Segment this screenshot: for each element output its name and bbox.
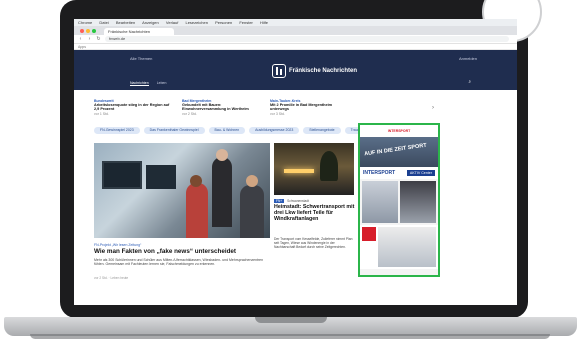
menu-link[interactable]: Alle Themen	[130, 56, 152, 61]
window-controls	[80, 26, 96, 35]
teaser-title[interactable]: Gebundelt mit Bauen: Einwohnerversammlun…	[182, 103, 260, 112]
ad-cta-button[interactable]: AKTIV Center	[406, 170, 435, 176]
minimize-icon[interactable]	[86, 28, 90, 33]
monitor-shape	[102, 161, 142, 189]
tab-strip: Fränkische Nachrichten	[74, 26, 517, 35]
menubar-item[interactable]: Chrome	[78, 20, 92, 25]
login-link[interactable]: Anmelden	[459, 56, 477, 61]
ad-product-image[interactable]	[400, 181, 436, 223]
person-head	[190, 175, 202, 187]
forward-icon[interactable]: ›	[87, 36, 92, 42]
menubar-item[interactable]: Verlauf	[166, 20, 178, 25]
menubar-item[interactable]: Lesezeichen	[185, 20, 207, 25]
site-logo[interactable]: Fränkische Nachrichten	[272, 64, 357, 78]
sub-navigation: Nachrichten Leben	[130, 81, 166, 86]
ad-brand-top: INTERSPORT	[360, 125, 438, 137]
teaser-meta: vor 2 Std.	[182, 111, 197, 116]
subnav-item[interactable]: Nachrichten	[130, 81, 149, 86]
side-article-summary: Der Transport vom Kesselfelde, Zuliefere…	[274, 237, 353, 250]
side-article-title[interactable]: Heimstadt: Schwertransport mit drei Lkw …	[274, 204, 356, 222]
person-shape	[186, 183, 208, 238]
person-shape	[212, 157, 232, 227]
main-article-image[interactable]	[94, 143, 270, 238]
logo-text: Fränkische Nachrichten	[289, 67, 358, 74]
person-shape	[240, 185, 264, 238]
address-bar: ‹ › ↻ fnweb.de	[74, 35, 517, 44]
menubar-item[interactable]: Fenster	[239, 20, 253, 25]
ad-logo-icon	[362, 227, 376, 241]
ad-product-image[interactable]	[362, 181, 398, 223]
teaser-row: Bundesweit Arbeitslosenquote stieg in de…	[94, 99, 348, 116]
ad-banner-text: AUF IN DIE ZEIT SPORT	[363, 142, 428, 158]
person-head	[216, 149, 228, 161]
close-icon[interactable]	[80, 28, 84, 33]
ad-brand: INTERSPORT	[363, 170, 396, 176]
light-shape	[284, 169, 314, 173]
premium-badge: FN+	[274, 199, 285, 203]
advertisement[interactable]: INTERSPORT AUF IN DIE ZEIT SPORT INTERSP…	[358, 123, 440, 277]
side-article-tag: FN+ Schwanenstadt	[274, 199, 309, 203]
main-article-title[interactable]: Wie man Fakten von „fake news“ untersche…	[94, 248, 236, 255]
ad-product-image[interactable]	[378, 227, 436, 267]
topic-pills: FN-Gewinnspiel 2023 Das Frankenthaler Ge…	[94, 127, 381, 134]
monitor-shape	[146, 165, 176, 189]
side-article-image[interactable]	[274, 143, 354, 195]
ad-bottom	[360, 225, 438, 269]
ad-product-grid	[360, 179, 438, 225]
main-article-meta: vor 2 Std. · Leben heute	[94, 276, 129, 280]
menubar-item[interactable]: Anzeigen	[142, 20, 159, 25]
topic-pill[interactable]: Das Frankenthaler Gewinnspiel	[143, 127, 205, 134]
main-article-kicker: FN-Projekt „Wir lesen Zeitung“	[94, 243, 142, 247]
teaser-item[interactable]: Bundesweit Arbeitslosenquote stieg in de…	[94, 99, 172, 116]
site-header: Alle Themen Anmelden Fränkische Nachrich…	[74, 50, 517, 90]
back-icon[interactable]: ‹	[78, 36, 83, 42]
laptop-shadow	[30, 334, 550, 339]
topic-pill[interactable]: Stellenangebote	[303, 127, 341, 134]
mac-menubar: Chrome Datei Bearbeiten Anzeigen Verlauf…	[74, 19, 517, 26]
laptop-notch	[255, 317, 327, 323]
topic-pill[interactable]: Bau- & Wohnen	[208, 127, 246, 134]
teaser-title[interactable]: Mit 2 Promille in Bad Mergentheim unterw…	[270, 103, 348, 112]
reload-icon[interactable]: ↻	[96, 36, 101, 42]
ad-banner: AUF IN DIE ZEIT SPORT	[360, 137, 438, 167]
side-article-location: Schwanenstadt	[287, 199, 309, 203]
topic-pill[interactable]: FN-Gewinnspiel 2023	[94, 127, 140, 134]
url-input[interactable]: fnweb.de	[105, 36, 509, 42]
main-article-summary: Mehr als 300 Schülerinnen und Schüler au…	[94, 258, 264, 267]
menubar-item[interactable]: Hilfe	[260, 20, 268, 25]
maximize-icon[interactable]	[92, 28, 96, 33]
person-head	[246, 175, 258, 187]
chevron-right-icon[interactable]: ›	[432, 105, 434, 111]
subnav-item[interactable]: Leben	[157, 81, 167, 86]
ad-brand-bar: INTERSPORT AKTIV Center	[360, 167, 438, 179]
logo-icon	[272, 64, 286, 78]
search-icon[interactable]: ⌕	[468, 79, 471, 84]
menubar-item[interactable]: Personen	[215, 20, 232, 25]
teaser-item[interactable]: Main-Tauber-Kreis Mit 2 Promille in Bad …	[270, 99, 348, 116]
menubar-item[interactable]: Datei	[99, 20, 108, 25]
tree-shape	[320, 151, 338, 181]
topic-pill[interactable]: Ausbildungsmesse 2023	[249, 127, 300, 134]
browser-tab[interactable]: Fränkische Nachrichten	[104, 28, 174, 35]
teaser-item[interactable]: Bad Mergentheim Gebundelt mit Bauen: Ein…	[182, 99, 260, 116]
teaser-meta: vor 3 Std.	[270, 111, 285, 116]
teaser-meta: vor 1 Std.	[94, 111, 109, 116]
menubar-item[interactable]: Bearbeiten	[116, 20, 135, 25]
laptop-screen: Chrome Datei Bearbeiten Anzeigen Verlauf…	[74, 19, 517, 305]
teaser-title[interactable]: Arbeitslosenquote stieg in der Region au…	[94, 103, 172, 112]
